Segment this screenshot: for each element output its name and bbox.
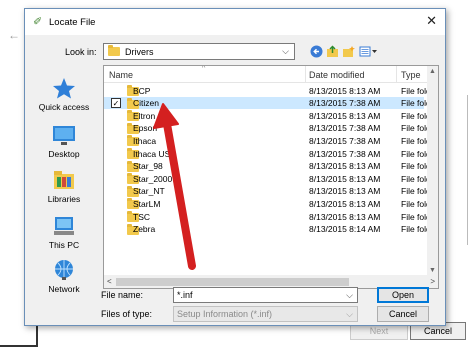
- file-row[interactable]: TSC 8/13/2015 8:13 AM File folder: [104, 210, 438, 223]
- place-label: Quick access: [38, 102, 90, 112]
- back-arrow-icon[interactable]: ←: [8, 28, 20, 42]
- new-folder-button[interactable]: [341, 44, 355, 58]
- places-bar: Quick access Desktop Libraries This PC N…: [31, 67, 97, 294]
- chevron-down-icon[interactable]: ⌵: [346, 290, 353, 301]
- cancel-button[interactable]: Cancel: [377, 306, 429, 322]
- column-date-modified[interactable]: Date modified: [309, 70, 365, 80]
- row-checkbox[interactable]: ✓: [111, 97, 121, 108]
- file-date: 8/13/2015 7:38 AM: [309, 123, 381, 134]
- place-label: Libraries: [47, 194, 81, 204]
- file-date: 8/13/2015 7:38 AM: [309, 135, 381, 146]
- file-name-label: File name:: [101, 290, 144, 300]
- title-bar: ✐ Locate File ✕: [25, 9, 445, 35]
- file-row[interactable]: Ithaca USB 8/13/2015 7:38 AM File folder: [104, 147, 438, 160]
- file-date: 8/13/2015 7:38 AM: [309, 148, 381, 159]
- star-icon: [52, 77, 76, 99]
- view-menu-button[interactable]: [359, 44, 379, 58]
- file-row[interactable]: Star_2000 8/13/2015 8:13 AM File folder: [104, 172, 438, 185]
- dialog-title: Locate File: [49, 16, 96, 28]
- file-date: 8/13/2015 8:14 AM: [309, 224, 381, 235]
- file-name: TSC: [133, 211, 150, 222]
- open-button[interactable]: Open: [377, 287, 429, 303]
- file-date: 8/13/2015 8:13 AM: [309, 173, 381, 184]
- file-row[interactable]: Epson 8/13/2015 7:38 AM File folder: [104, 122, 438, 135]
- file-name: BCP: [133, 85, 151, 96]
- place-label: Network: [48, 284, 80, 294]
- file-date: 8/13/2015 8:13 AM: [309, 198, 381, 209]
- file-name-value: *.inf: [177, 290, 193, 300]
- column-name[interactable]: Name: [109, 70, 133, 80]
- dialog-app-icon: ✐: [33, 15, 43, 28]
- file-row[interactable]: Star_98 8/13/2015 8:13 AM File folder: [104, 160, 438, 173]
- file-date: 8/13/2015 8:13 AM: [309, 110, 381, 121]
- place-label: Desktop: [48, 149, 80, 159]
- sort-ascending-icon: ^: [202, 65, 206, 72]
- scroll-left-icon[interactable]: <: [107, 277, 112, 286]
- file-list[interactable]: ^ Name Date modified Type BCP 8/13/2015 8…: [103, 65, 439, 289]
- file-row[interactable]: Eltron 8/13/2015 8:13 AM File folder: [104, 109, 438, 122]
- file-name: Zebra: [133, 224, 156, 235]
- place-quick-access[interactable]: Quick access: [31, 77, 97, 112]
- look-in-value: Drivers: [125, 46, 154, 57]
- close-icon[interactable]: ✕: [426, 14, 437, 28]
- file-name: Eltron: [133, 110, 156, 121]
- files-of-type-select[interactable]: Setup Information (*.inf) ⌵: [173, 306, 358, 322]
- place-desktop[interactable]: Desktop: [31, 124, 97, 159]
- up-folder-button[interactable]: [325, 44, 339, 58]
- place-network[interactable]: Network: [31, 259, 97, 294]
- new-folder-icon: [342, 45, 355, 57]
- back-nav-icon: [310, 45, 322, 57]
- file-row[interactable]: StarLM 8/13/2015 8:13 AM File folder: [104, 197, 438, 210]
- scroll-right-icon[interactable]: >: [430, 277, 435, 286]
- computer-icon: [52, 215, 76, 237]
- file-row[interactable]: BCP 8/13/2015 8:13 AM File folder: [104, 84, 438, 97]
- look-in-label: Look in:: [65, 47, 97, 57]
- column-type[interactable]: Type: [401, 70, 421, 80]
- libraries-icon: [52, 169, 76, 191]
- file-row[interactable]: ✓ Citizen 8/13/2015 7:38 AM File folder: [104, 96, 438, 110]
- look-in-dropdown[interactable]: Drivers ⌵: [103, 43, 295, 60]
- column-separator[interactable]: [305, 66, 306, 83]
- file-date: 8/13/2015 7:38 AM: [309, 98, 381, 109]
- file-row[interactable]: Zebra 8/13/2015 8:14 AM File folder: [104, 223, 438, 236]
- file-name: Ithaca USB: [133, 148, 176, 159]
- network-icon: [52, 259, 76, 281]
- file-name: Epson: [133, 123, 158, 134]
- chevron-down-icon: ⌵: [346, 309, 353, 319]
- vertical-scrollbar[interactable]: ▲ ▼: [427, 66, 438, 276]
- file-name-input[interactable]: *.inf ⌵: [173, 287, 358, 303]
- file-date: 8/13/2015 8:13 AM: [309, 211, 381, 222]
- file-name: Star_98: [133, 161, 163, 172]
- desktop-icon: [52, 124, 76, 146]
- files-of-type-label: Files of type:: [101, 309, 153, 319]
- column-separator[interactable]: [396, 66, 397, 83]
- place-label: This PC: [48, 240, 80, 250]
- scroll-thumb[interactable]: [116, 278, 349, 286]
- file-name: Citizen: [133, 98, 159, 109]
- file-row[interactable]: Star_NT 8/13/2015 8:13 AM File folder: [104, 185, 438, 198]
- locate-file-dialog: ✐ Locate File ✕ Look in: Drivers ⌵ Quick…: [24, 8, 446, 326]
- place-libraries[interactable]: Libraries: [31, 169, 97, 204]
- up-folder-icon: [326, 44, 338, 57]
- column-header: ^ Name Date modified Type: [104, 66, 438, 83]
- file-date: 8/13/2015 8:13 AM: [309, 85, 381, 96]
- folder-icon: [108, 45, 120, 56]
- chevron-down-icon: ⌵: [282, 46, 289, 56]
- back-button[interactable]: [309, 44, 323, 58]
- file-date: 8/13/2015 8:13 AM: [309, 186, 381, 197]
- background-edge: [464, 95, 468, 245]
- file-name: Ithaca: [133, 135, 157, 146]
- scroll-down-icon[interactable]: ▼: [429, 267, 436, 274]
- file-row[interactable]: Ithaca 8/13/2015 7:38 AM File folder: [104, 134, 438, 147]
- view-menu-icon: [359, 46, 377, 56]
- file-name: Star_NT: [133, 186, 165, 197]
- file-name: Star_2000: [133, 173, 173, 184]
- file-name: StarLM: [133, 198, 161, 209]
- file-date: 8/13/2015 8:13 AM: [309, 161, 381, 172]
- place-this-pc[interactable]: This PC: [31, 215, 97, 250]
- files-of-type-value: Setup Information (*.inf): [177, 309, 273, 319]
- scroll-up-icon[interactable]: ▲: [429, 68, 436, 75]
